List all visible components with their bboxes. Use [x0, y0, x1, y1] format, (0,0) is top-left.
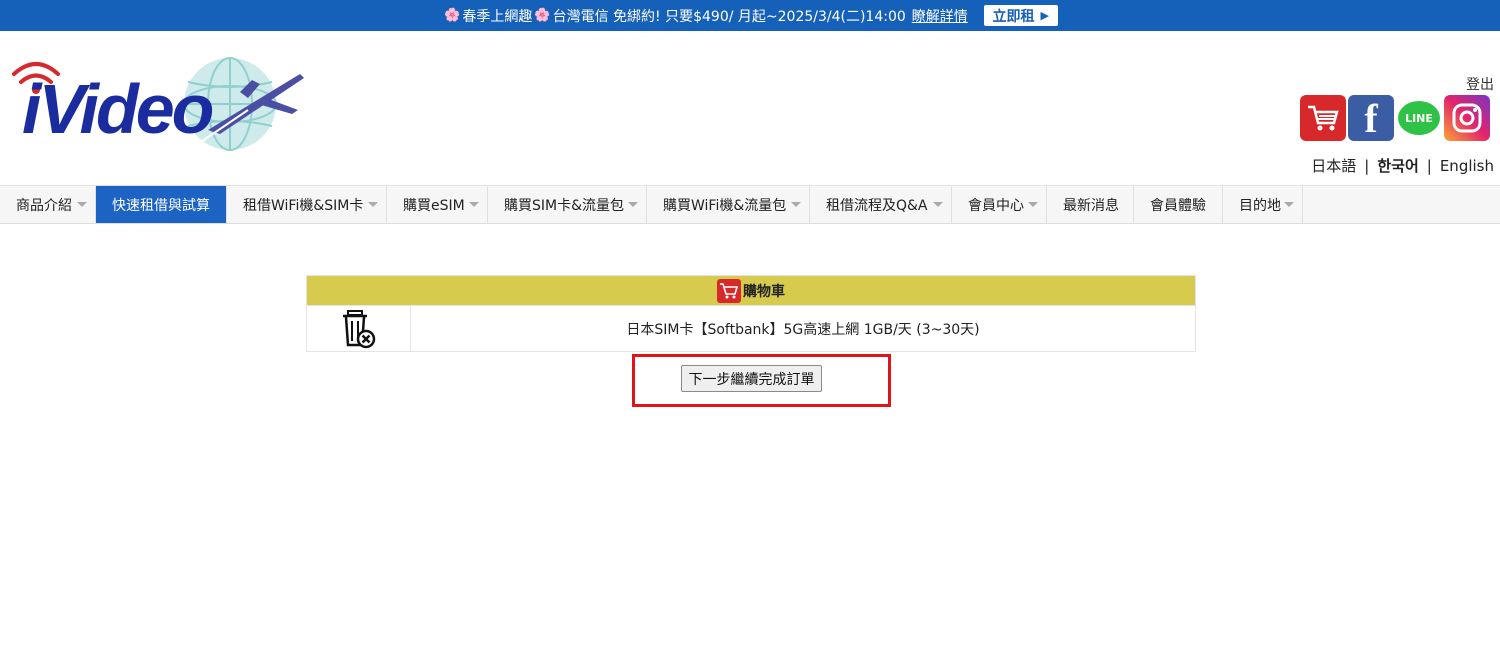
nav-item-member-center[interactable]: 會員中心 — [952, 186, 1047, 223]
chevron-down-icon — [628, 202, 638, 207]
nav-item-news[interactable]: 最新消息 — [1047, 186, 1134, 223]
nav-item-buy-esim[interactable]: 購買eSIM — [387, 186, 488, 223]
chevron-down-icon — [1284, 202, 1294, 207]
cart-table: 購物車 日本SIM卡【Softbank】5G高速上網 1GB/天 (3~30天) — [306, 275, 1196, 352]
lang-japanese[interactable]: 日本語 — [1311, 157, 1356, 175]
divider: | — [1364, 157, 1370, 175]
nav-item-member-experience[interactable]: 會員體驗 — [1134, 186, 1223, 223]
chevron-down-icon — [77, 202, 87, 207]
nav-item-label: 最新消息 — [1063, 197, 1119, 214]
nav-item-label: 租借WiFi機&SIM卡 — [243, 197, 364, 214]
promo-text: 台灣電信 免綁約! 只要$490/ 月起~2025/3/4(二)14:00 — [552, 8, 906, 25]
nav-item-label: 購買SIM卡&流量包 — [504, 197, 625, 214]
chevron-down-icon — [791, 202, 801, 207]
promo-title: 春季上網趣 — [462, 8, 533, 25]
promo-details-link[interactable]: 瞭解詳情 — [912, 6, 968, 26]
instagram-button[interactable] — [1444, 95, 1490, 141]
nav-item-label: 租借流程及Q&A — [826, 197, 928, 214]
rent-now-button[interactable]: 立即租 ▶ — [983, 5, 1058, 26]
blossom-icon: 🌸 — [444, 8, 461, 23]
ivideo-logo[interactable]: iVideo — [8, 52, 308, 156]
nav-item-destinations[interactable]: 目的地 — [1223, 186, 1303, 223]
cart-header: 購物車 — [307, 276, 1195, 305]
nav-item-rent-wifi-sim[interactable]: 租借WiFi機&SIM卡 — [227, 186, 387, 223]
nav-item-label: 購買WiFi機&流量包 — [663, 197, 787, 214]
nav-item-label: 商品介紹 — [16, 197, 72, 214]
language-switcher: 日本語 | 한국어 | English — [1311, 155, 1494, 176]
cart-icon — [717, 278, 741, 303]
nav-item-products[interactable]: 商品介紹 — [0, 186, 96, 223]
play-arrow-icon: ▶ — [1040, 9, 1050, 22]
table-row: 日本SIM卡【Softbank】5G高速上網 1GB/天 (3~30天) — [307, 305, 1195, 351]
facebook-button[interactable]: f — [1348, 95, 1394, 141]
promo-bar: 🌸 春季上網趣 🌸 台灣電信 免綁約! 只要$490/ 月起~2025/3/4(… — [0, 0, 1500, 31]
main-nav: 商品介紹 快速租借與試算 租借WiFi機&SIM卡 購買eSIM 購買SIM卡&… — [0, 185, 1500, 224]
logo-wordmark: iVideo — [22, 70, 214, 148]
nav-item-label: 購買eSIM — [403, 197, 465, 214]
chevron-down-icon — [368, 202, 378, 207]
shopping-cart-icon — [1308, 105, 1339, 131]
instagram-icon — [1452, 103, 1482, 133]
chevron-down-icon — [469, 202, 479, 207]
rent-now-label: 立即租 — [992, 8, 1035, 25]
line-button[interactable]: LINE — [1396, 95, 1442, 141]
lang-english[interactable]: English — [1440, 157, 1494, 175]
trash-remove-icon — [342, 309, 375, 348]
social-links: f LINE — [1300, 95, 1490, 141]
chevron-down-icon — [1028, 202, 1038, 207]
cart-title: 購物車 — [743, 283, 785, 300]
facebook-icon: f — [1364, 95, 1378, 141]
nav-item-buy-wifi[interactable]: 購買WiFi機&流量包 — [647, 186, 810, 223]
cart-button[interactable] — [1300, 95, 1346, 141]
next-step-button[interactable]: 下一步繼續完成訂單 — [681, 365, 822, 392]
nav-item-label: 會員體驗 — [1150, 197, 1206, 214]
line-icon: LINE — [1398, 101, 1440, 135]
chevron-down-icon — [933, 202, 943, 207]
nav-item-label: 目的地 — [1239, 197, 1281, 214]
nav-item-rental-faq[interactable]: 租借流程及Q&A — [810, 186, 952, 223]
product-name: 日本SIM卡【Softbank】5G高速上網 1GB/天 (3~30天) — [626, 321, 980, 338]
logout-link[interactable]: 登出 — [1466, 74, 1494, 94]
nav-item-buy-sim[interactable]: 購買SIM卡&流量包 — [488, 186, 647, 223]
nav-item-label: 會員中心 — [968, 197, 1024, 214]
nav-item-quick-rent[interactable]: 快速租借與試算 — [96, 186, 227, 223]
blossom-icon: 🌸 — [534, 8, 551, 23]
divider: | — [1426, 157, 1432, 175]
nav-item-label: 快速租借與試算 — [112, 197, 210, 214]
remove-item-button[interactable] — [307, 306, 411, 351]
lang-korean[interactable]: 한국어 — [1377, 157, 1418, 175]
